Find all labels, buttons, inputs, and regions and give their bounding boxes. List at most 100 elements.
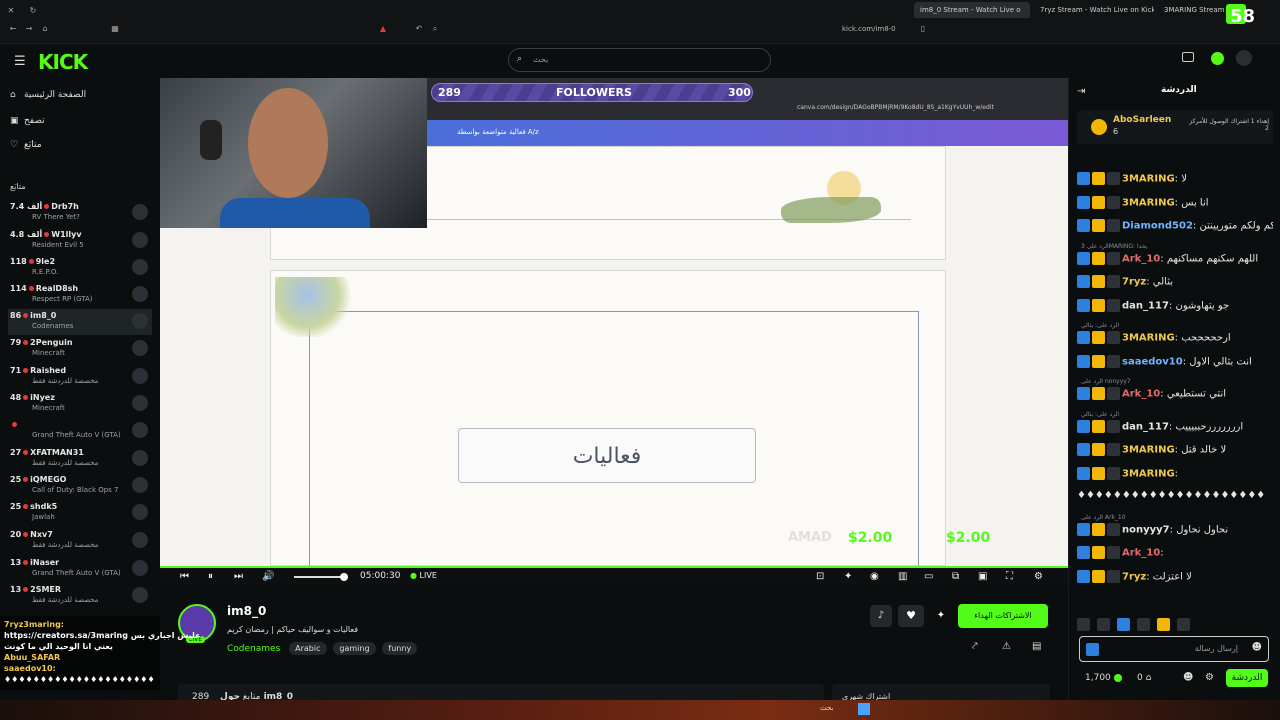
chat-username[interactable]: 3MARING bbox=[1122, 174, 1175, 185]
follow-button[interactable]: ♥ bbox=[898, 605, 924, 627]
chat-message[interactable]: Ark_10: اللهم سكنهم مساكنهم bbox=[1077, 251, 1273, 265]
report-icon[interactable]: ⚠ bbox=[1002, 641, 1011, 652]
emote-icon[interactable] bbox=[1177, 618, 1191, 631]
address-url[interactable]: kick.com/im8-0 bbox=[842, 25, 896, 33]
emote-picker-icon[interactable] bbox=[1086, 643, 1099, 656]
sidebar-channel-Drb7h[interactable]: 7.4 ألف Drb7h RV There Yet? bbox=[8, 200, 152, 226]
chat-message[interactable]: dan_117: ارررررررحببيييب bbox=[1077, 419, 1273, 433]
live-indicator[interactable]: ● LIVE bbox=[410, 571, 437, 580]
record-icon[interactable]: ▲ bbox=[378, 24, 388, 34]
chat-username[interactable]: Ark_10 bbox=[1122, 548, 1160, 559]
sidebar-channel-iNyez[interactable]: 48 iNyez Minecraft bbox=[8, 391, 152, 417]
bookmark-icon[interactable]: ▯ bbox=[918, 24, 928, 34]
gift-count[interactable]: 0 ⌂ bbox=[1137, 673, 1151, 683]
chat-username[interactable]: 3MARING bbox=[1122, 197, 1175, 208]
chat-username[interactable]: Ark_10 bbox=[1122, 389, 1160, 400]
sidebar-channel-2Penguin[interactable]: 79 2Penguin Minecraft bbox=[8, 336, 152, 362]
sidebar-channel-iNaser[interactable]: 13 iNaser Grand Theft Auto V (GTA) bbox=[8, 556, 152, 582]
kick-logo[interactable]: KICK bbox=[38, 50, 88, 74]
undo-icon[interactable]: ↶ bbox=[414, 24, 424, 34]
back-icon[interactable]: ← bbox=[8, 24, 18, 34]
emote-icon[interactable] bbox=[1117, 618, 1131, 631]
emote-icon[interactable] bbox=[1077, 618, 1090, 631]
channel-name[interactable]: im8_0 bbox=[227, 604, 266, 618]
chat-message[interactable]: 3MARING: ارحححححب bbox=[1077, 331, 1273, 344]
sidebar-channel-W1llyv[interactable]: 4.8 ألف W1llyv Resident Evil 5 bbox=[8, 228, 152, 254]
speed-icon[interactable]: ◉ bbox=[870, 571, 879, 582]
notification-bell-button[interactable]: ♪ bbox=[870, 605, 892, 627]
video-player[interactable]: canva.com/design/DAGoBPBMjRM/9Ko8dU_8S_a… bbox=[160, 78, 1068, 566]
chat-username[interactable]: dan_117 bbox=[1122, 300, 1169, 311]
skip-back-icon[interactable]: ⏮ bbox=[180, 571, 189, 582]
volume-handle[interactable] bbox=[340, 573, 348, 581]
sidebar-channel-2SMER[interactable]: 13 2SMER مخصصة للدردشة فقط bbox=[8, 583, 152, 609]
sidebar-channel-Raished[interactable]: 71 Raished مخصصة للدردشة فقط bbox=[8, 364, 152, 390]
chat-message[interactable]: saaedov10: انت بثالي الاول bbox=[1077, 354, 1273, 368]
miniplayer-icon[interactable]: ▣ bbox=[978, 571, 987, 582]
gift-subs-button[interactable]: الاشتراكات الهداء bbox=[958, 604, 1048, 628]
sparkle-icon[interactable]: ✦ bbox=[844, 571, 852, 582]
chat-message[interactable]: dan_117: جو يتهاوشون bbox=[1077, 298, 1273, 312]
settings-icon[interactable]: ⚙ bbox=[1205, 672, 1214, 683]
chat-message[interactable]: nonyyy7: نحاول نحاول bbox=[1077, 522, 1273, 536]
sidebar-channel-Nxv7[interactable]: 20 Nxv7 مخصصة للدردشة فقط bbox=[8, 528, 152, 554]
search-input[interactable]: ⌕ بحث bbox=[508, 48, 771, 72]
chat-username[interactable]: dan_117 bbox=[1122, 421, 1169, 432]
sidebar-channel-iQMEGO[interactable]: 25 iQMEGO Call of Duty: Black Ops 7 bbox=[8, 473, 152, 499]
chat-message[interactable]: 3MARING: انا بس bbox=[1077, 195, 1273, 209]
stats-icon[interactable]: ▥ bbox=[898, 571, 907, 582]
browser-tab-im8[interactable]: im8_0 Stream - Watch Live o bbox=[914, 2, 1030, 18]
emote-icon[interactable] bbox=[1137, 618, 1151, 631]
theater-icon[interactable]: ▭ bbox=[924, 571, 933, 582]
volume-icon[interactable]: 🔊 bbox=[262, 571, 274, 582]
emote-icon[interactable] bbox=[1097, 618, 1111, 631]
chat-username[interactable]: nonyyy7 bbox=[1122, 524, 1170, 535]
chat-message[interactable]: 7ryz: لا اعتزلت bbox=[1077, 569, 1273, 583]
chat-message[interactable]: Ark_10: انتي تستطيعي bbox=[1077, 387, 1273, 400]
sidebar-channel-XFATMAN31[interactable]: 27 XFATMAN31 مخصصة للدردشة فقط bbox=[8, 446, 152, 472]
search-icon[interactable]: ⌕ bbox=[430, 24, 440, 34]
home-icon[interactable]: ⌂ bbox=[40, 24, 50, 34]
chat-emote-icon[interactable]: ☻ bbox=[1183, 672, 1193, 683]
nav-following[interactable]: ♡ متابَع bbox=[10, 140, 42, 158]
chat-username[interactable]: saaedov10 bbox=[1122, 356, 1183, 367]
chat-input[interactable]: إرسال رسالة ☻ bbox=[1079, 636, 1269, 662]
grid-icon[interactable]: ▦ bbox=[110, 24, 120, 34]
chat-message[interactable]: 3MARING: لا خالد قتل bbox=[1077, 443, 1273, 456]
settings-icon[interactable]: ⚙ bbox=[1034, 571, 1043, 582]
chat-username[interactable]: Ark_10 bbox=[1122, 253, 1160, 264]
category-link[interactable]: Codenames bbox=[227, 644, 280, 654]
sparkle-icon[interactable]: ✦ bbox=[930, 605, 952, 627]
collapse-chat-icon[interactable]: ⇥ bbox=[1077, 86, 1085, 97]
kick-coin-icon[interactable] bbox=[1211, 52, 1224, 65]
browser-tab-7ryz[interactable]: 7ryz Stream - Watch Live on Kick bbox=[1034, 2, 1154, 18]
chat-message[interactable]: Diamond502: ولكم ولكم متوريينتن bbox=[1077, 219, 1273, 232]
cast-icon[interactable] bbox=[1182, 52, 1194, 62]
chat-send-button[interactable]: الدردشة bbox=[1226, 669, 1268, 687]
close-icon[interactable]: ✕ bbox=[6, 6, 16, 16]
chat-username[interactable]: 3MARING bbox=[1122, 333, 1175, 344]
chat-message[interactable]: 3MARING: لا bbox=[1077, 172, 1273, 185]
nav-browse[interactable]: ▣ تصفح bbox=[10, 116, 45, 134]
fullscreen-icon[interactable]: ⛶ bbox=[1006, 571, 1013, 582]
pip-icon[interactable]: ⧉ bbox=[952, 571, 959, 582]
clip-icon[interactable]: ▤ bbox=[1032, 641, 1041, 652]
tag[interactable]: funny bbox=[382, 642, 418, 655]
reload-icon[interactable]: ↻ bbox=[28, 6, 38, 16]
chat-message[interactable]: 3MARING: bbox=[1077, 466, 1273, 480]
sidebar-channel-RealD8sh[interactable]: 114 RealD8sh Respect RP (GTA) bbox=[8, 282, 152, 308]
share-icon[interactable]: ⤤ bbox=[972, 641, 978, 652]
nav-home[interactable]: ⌂ الصفحة الرئيسية bbox=[10, 90, 86, 108]
emoji-icon[interactable]: ☻ bbox=[1252, 642, 1262, 653]
tag[interactable]: gaming bbox=[333, 642, 376, 655]
emote-icon[interactable] bbox=[1157, 618, 1171, 631]
windows-start-icon[interactable] bbox=[858, 703, 870, 715]
pause-icon[interactable]: ⏸ bbox=[208, 571, 213, 582]
sidebar-channel-item[interactable]: Grand Theft Auto V (GTA) bbox=[8, 418, 152, 444]
chat-username[interactable]: 3MARING bbox=[1122, 445, 1175, 456]
taskbar-search[interactable]: بحث bbox=[820, 704, 833, 712]
sidebar-channel-im8_0[interactable]: 86 im8_0 Codenames bbox=[8, 309, 152, 335]
skip-forward-icon[interactable]: ⏭ bbox=[234, 571, 243, 582]
chat-message[interactable]: ♦♦♦♦♦♦♦♦♦♦♦♦♦♦♦♦♦♦♦♦♦ bbox=[1077, 490, 1273, 501]
chat-username[interactable]: 7ryz bbox=[1122, 277, 1146, 288]
